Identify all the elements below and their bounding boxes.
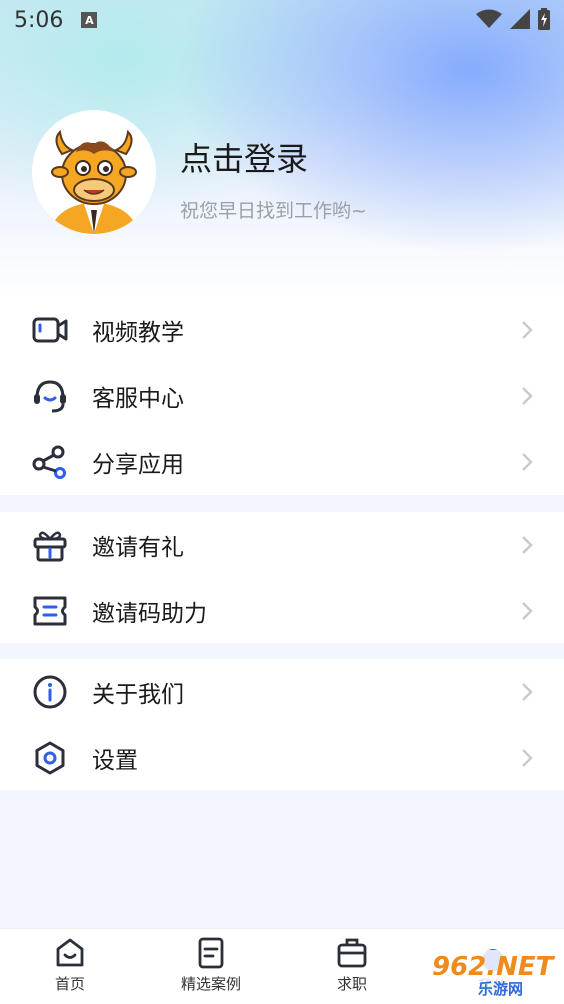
bull-mascot-avatar: [50, 129, 138, 234]
login-subtitle: 祝您早日找到工作哟~: [180, 200, 367, 222]
status-bar: 5:06 A: [0, 0, 564, 40]
watermark-subtext: 乐游网: [478, 980, 524, 998]
menu-item-video-tutorial[interactable]: 视频教学: [0, 297, 564, 363]
menu-group-3: 关于我们 设置: [0, 659, 564, 790]
menu-group-1: 视频教学 客服中心 分享应用: [0, 297, 564, 495]
share-icon: [32, 444, 68, 480]
video-icon: [32, 312, 68, 348]
menu-item-about-us[interactable]: 关于我们: [0, 659, 564, 725]
menu-item-label: 视频教学: [92, 320, 184, 346]
watermark-logo: 962.NET 乐游网: [426, 950, 560, 1000]
status-time: 5:06: [14, 7, 64, 33]
menu-item-label: 邀请有礼: [92, 535, 184, 561]
menu-item-share-app[interactable]: 分享应用: [0, 429, 564, 495]
chevron-right-icon: [522, 749, 533, 767]
menu-item-label: 邀请码助力: [92, 601, 207, 627]
chevron-right-icon: [522, 683, 533, 701]
battery-icon: [538, 8, 550, 30]
menu-item-customer-service[interactable]: 客服中心: [0, 363, 564, 429]
menu-item-label: 设置: [92, 748, 138, 774]
status-indicators: [476, 8, 550, 30]
tab-label: 精选案例: [180, 975, 241, 993]
menu-item-invite-code[interactable]: 邀请码助力: [0, 578, 564, 644]
tab-home[interactable]: 首页: [10, 937, 130, 994]
tab-featured-cases[interactable]: 精选案例: [151, 937, 271, 994]
document-icon: [198, 937, 224, 969]
ticket-icon: [32, 593, 68, 629]
login-title[interactable]: 点击登录: [180, 134, 308, 180]
signal-icon: [510, 9, 530, 29]
home-icon: [56, 938, 84, 967]
info-icon: [32, 674, 68, 710]
menu-item-label: 分享应用: [92, 452, 184, 478]
menu-item-invite-gift[interactable]: 邀请有礼: [0, 512, 564, 578]
settings-icon: [32, 740, 68, 776]
briefcase-icon: [337, 938, 367, 968]
chevron-right-icon: [522, 387, 533, 405]
notification-icon: A: [81, 12, 98, 28]
headset-icon: [32, 378, 68, 414]
menu-group-2: 邀请有礼 邀请码助力: [0, 512, 564, 643]
wifi-icon: [476, 9, 502, 28]
chevron-right-icon: [522, 321, 533, 339]
chevron-right-icon: [522, 536, 533, 554]
menu-item-settings[interactable]: 设置: [0, 725, 564, 791]
avatar[interactable]: [32, 110, 156, 234]
menu-item-label: 客服中心: [92, 386, 184, 412]
menu-item-label: 关于我们: [92, 682, 184, 708]
tab-job-search[interactable]: 求职: [292, 937, 412, 994]
tab-label: 首页: [54, 975, 85, 993]
gift-icon: [32, 527, 68, 563]
chevron-right-icon: [522, 453, 533, 471]
chevron-right-icon: [522, 602, 533, 620]
tab-label: 求职: [336, 975, 367, 993]
